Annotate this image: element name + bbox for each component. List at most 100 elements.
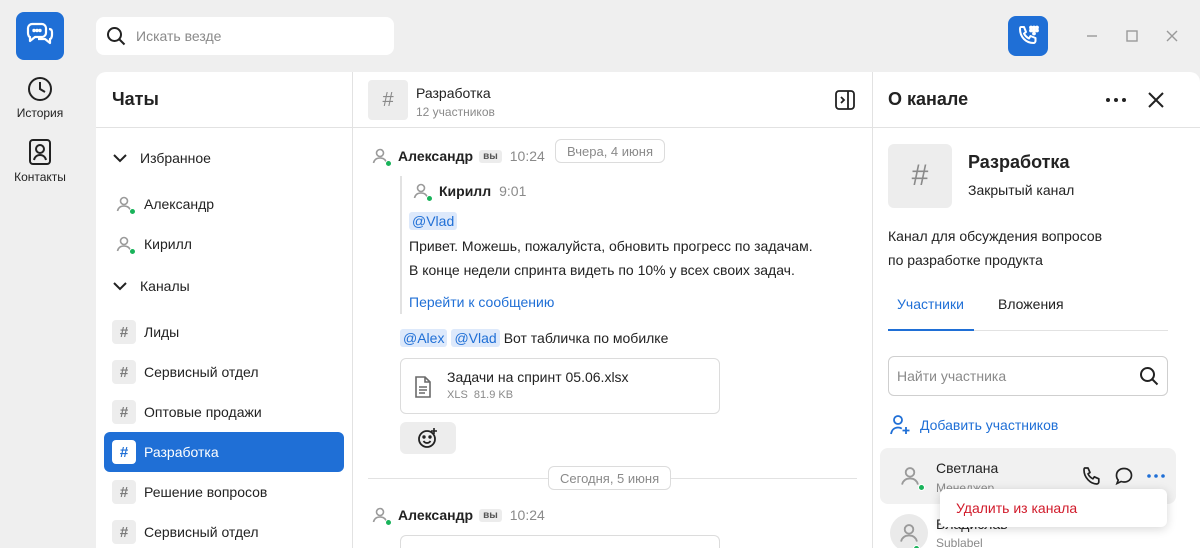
app-logo[interactable] <box>16 12 64 60</box>
you-badge: вы <box>479 149 502 163</box>
group-channels[interactable]: Каналы <box>112 278 190 294</box>
chat-item-label: Кирилл <box>144 236 192 252</box>
divider <box>353 127 872 128</box>
message-time: 10:24 <box>509 507 545 523</box>
sidebar-collapse-icon <box>835 90 855 110</box>
more-horizontal-icon <box>1147 474 1165 478</box>
rail-contacts-label: Контакты <box>14 170 66 184</box>
avatar <box>368 144 392 168</box>
chat-item-channel[interactable]: # Лиды <box>104 312 344 352</box>
rail-contacts[interactable]: Контакты <box>0 138 80 184</box>
close-window-button[interactable] <box>1164 28 1180 44</box>
chat-item-channel[interactable]: # Сервисный отдел <box>104 352 344 392</box>
chat-item-label: Лиды <box>144 324 180 340</box>
online-indicator <box>426 195 433 202</box>
chats-title: Чаты <box>112 89 159 109</box>
more-options-button[interactable] <box>1104 90 1128 110</box>
global-search[interactable]: Искать везде <box>96 17 394 55</box>
toggle-info-panel-button[interactable] <box>834 89 856 111</box>
mention-tag[interactable]: @Alex <box>400 329 448 347</box>
member-search-input[interactable]: Найти участника <box>888 356 1168 396</box>
quote-author: Кирилл <box>439 183 492 199</box>
search-icon <box>107 27 126 46</box>
maximize-icon <box>1126 30 1138 42</box>
chevron-down-icon <box>113 154 127 163</box>
avatar <box>409 179 433 203</box>
message-member-button[interactable] <box>1114 466 1134 486</box>
mention-tag[interactable]: @Vlad <box>409 212 458 230</box>
dialpad-call-button[interactable] <box>1008 16 1048 56</box>
message-time: 10:24 <box>509 148 545 164</box>
file-attachment[interactable] <box>400 535 720 548</box>
chat-item-channel[interactable]: # Решение вопросов <box>104 472 344 512</box>
minimize-icon <box>1087 35 1097 37</box>
maximize-window-button[interactable] <box>1124 28 1140 44</box>
hash-icon: # <box>112 520 136 544</box>
file-name: Задачи на спринт 05.06.xlsx <box>447 369 629 385</box>
document-icon <box>415 376 431 398</box>
channel-large-avatar: # <box>888 144 952 208</box>
mention-tag[interactable]: @Vlad <box>451 329 500 347</box>
member-role: Sublabel <box>936 536 983 548</box>
quote-text-line: В конце недели спринта видеть по 10% у в… <box>409 262 795 278</box>
call-member-button[interactable] <box>1082 466 1102 486</box>
hash-icon: # <box>112 360 136 384</box>
avatar <box>896 462 925 491</box>
tab-members[interactable]: Участники <box>897 296 964 312</box>
quote-text-line: Привет. Можешь, пожалуйста, обновить про… <box>409 238 813 254</box>
minimize-window-button[interactable] <box>1084 28 1100 44</box>
channel-header-name: Разработка <box>416 85 491 101</box>
group-channels-label: Каналы <box>140 278 190 294</box>
chat-bubble-icon <box>1115 467 1133 486</box>
file-size: 81.9 KB <box>473 389 514 401</box>
user-icon <box>901 467 919 485</box>
date-separator: Сегодня, 5 июня <box>548 466 672 490</box>
hash-icon: # <box>112 480 136 504</box>
group-favorites[interactable]: Избранное <box>112 150 211 166</box>
hash-icon: # <box>112 400 136 424</box>
quote-header: Кирилл 9:01 <box>409 179 526 203</box>
rail-history[interactable]: История <box>0 76 80 120</box>
remove-from-channel-item[interactable]: Удалить из канала <box>956 500 1077 516</box>
chat-bubbles-icon <box>26 22 54 45</box>
chat-item-label: Разработка <box>144 444 219 460</box>
info-channel-name: Разработка <box>968 152 1070 172</box>
close-info-button[interactable] <box>1146 90 1166 110</box>
go-to-message-link[interactable]: Перейти к сообщению <box>409 294 554 310</box>
active-tab-indicator <box>888 329 974 331</box>
chat-item-channel[interactable]: # Оптовые продажи <box>104 392 344 432</box>
chat-item-label: Сервисный отдел <box>144 364 259 380</box>
channel-header-participants: 12 участников <box>416 105 495 119</box>
info-description-line: Канал для обсуждения вопросов <box>888 228 1103 244</box>
search-icon <box>1140 367 1159 386</box>
tab-attachments[interactable]: Вложения <box>998 296 1064 312</box>
avatar <box>112 192 136 216</box>
online-indicator <box>918 484 925 491</box>
divider <box>96 127 352 128</box>
phone-dialpad-icon <box>1019 25 1039 44</box>
add-members-label: Добавить участников <box>920 417 1059 433</box>
chat-item-channel-active[interactable]: # Разработка <box>104 432 344 472</box>
info-title: О канале <box>888 89 969 109</box>
add-members-button[interactable]: Добавить участников <box>888 413 1058 437</box>
message-author[interactable]: Александр <box>398 507 473 523</box>
online-indicator <box>385 160 392 167</box>
quote-time: 9:01 <box>499 183 527 199</box>
chat-item-label: Решение вопросов <box>144 484 268 500</box>
member-name: Светлана <box>936 460 999 476</box>
left-rail: История Контакты <box>0 0 80 548</box>
online-indicator <box>385 519 392 526</box>
date-separator: Вчера, 4 июня <box>555 139 665 163</box>
message-author[interactable]: Александр <box>398 148 473 164</box>
add-reaction-button[interactable] <box>400 422 456 454</box>
chat-item-kirill[interactable]: Кирилл <box>104 224 344 264</box>
member-more-button[interactable] <box>1146 468 1166 484</box>
chat-item-alexander[interactable]: Александр <box>104 184 344 224</box>
chat-item-channel[interactable]: # Сервисный отдел <box>104 512 344 548</box>
add-user-icon <box>890 415 910 435</box>
message-header: Александр вы 10:24 <box>368 144 545 168</box>
group-favorites-label: Избранное <box>140 150 211 166</box>
info-description-line: по разработке продукта <box>888 252 1043 268</box>
file-attachment[interactable]: Задачи на спринт 05.06.xlsx XLS 81.9 KB <box>400 358 720 414</box>
divider <box>352 72 353 548</box>
